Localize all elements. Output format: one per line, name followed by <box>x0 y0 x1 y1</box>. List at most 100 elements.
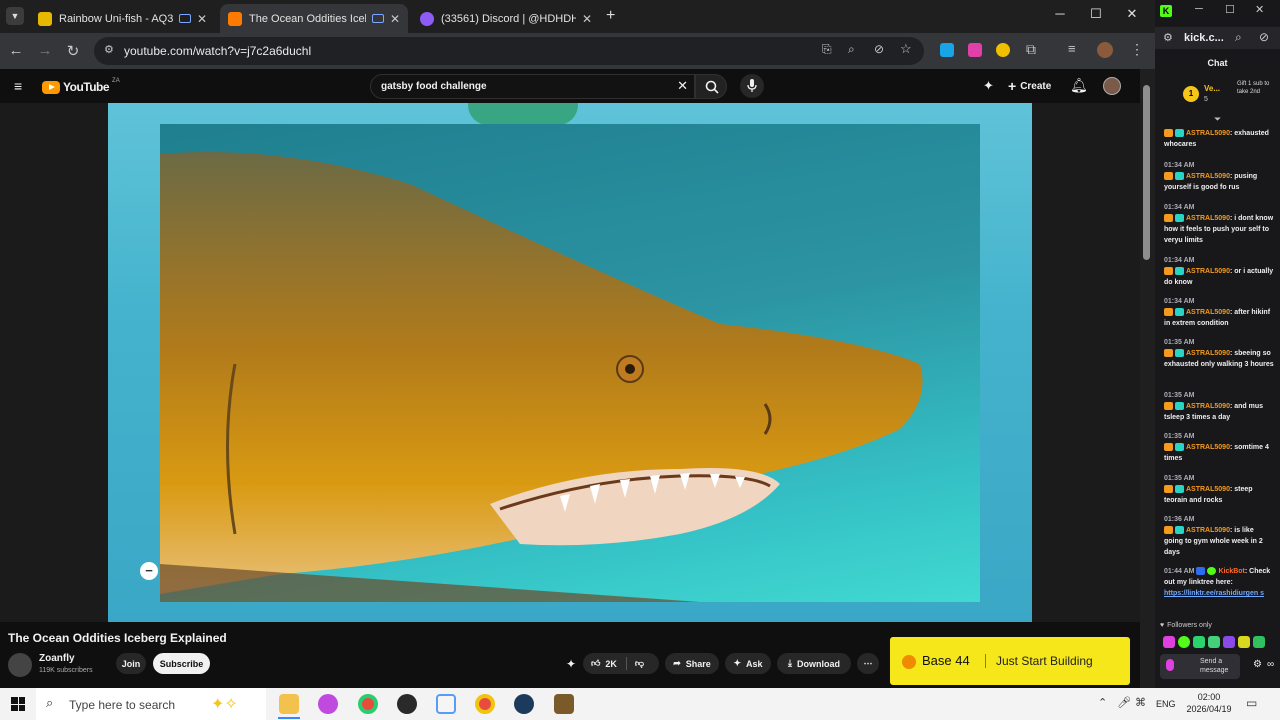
notification-center-icon[interactable]: ▭ <box>1246 696 1257 710</box>
chat-maximize-button[interactable]: ☐ <box>1225 3 1235 16</box>
voice-search-button[interactable] <box>740 74 764 98</box>
address-bar[interactable]: ⚙ youtube.com/watch?v=j7c2a6duchl ⎘ ⌕ ⊘ … <box>94 37 924 65</box>
emote-icon[interactable] <box>1178 636 1190 648</box>
ad-banner[interactable]: Base 44 Just Start Building <box>890 637 1130 685</box>
account-avatar[interactable] <box>1103 77 1121 95</box>
tray-chevron-icon[interactable]: ⌃ <box>1098 696 1107 709</box>
video-player[interactable]: − <box>0 103 1140 622</box>
ai-sparkle-icon[interactable]: ✦ <box>983 78 994 94</box>
emote-icon[interactable] <box>1163 636 1175 648</box>
extension-pink-icon[interactable] <box>968 43 982 57</box>
chat-zoom-icon[interactable]: ⌕ <box>1235 30 1242 45</box>
video-frame[interactable]: − <box>108 103 1032 622</box>
page-scrollbar[interactable] <box>1140 69 1155 688</box>
subscribe-button[interactable]: Subscribe <box>153 653 210 674</box>
ai-summary-icon[interactable]: ✦ <box>566 657 576 671</box>
thumbs-up-icon[interactable]: 👍︎ <box>591 658 600 669</box>
zoom-icon[interactable]: ⌕ <box>848 42 855 57</box>
reload-icon[interactable]: ↻ <box>64 42 82 60</box>
browser-tab-youtube[interactable]: The Ocean Oddities Iceberg ✕ <box>220 4 408 33</box>
scrollbar-thumb[interactable] <box>1143 85 1150 260</box>
browser-tab-aq3d[interactable]: Rainbow Uni-fish - AQ3D ✕ <box>30 4 215 33</box>
youtube-logo[interactable]: YouTube ZA <box>42 78 120 94</box>
emote-icon[interactable] <box>1238 636 1250 648</box>
like-count[interactable]: 2K <box>605 659 617 669</box>
maximize-button[interactable]: ☐ <box>1086 6 1106 22</box>
share-button[interactable]: ➦ Share <box>665 653 719 674</box>
profile-avatar[interactable] <box>1097 42 1113 58</box>
menu-hamburger-icon[interactable]: ≡ <box>14 78 22 94</box>
join-button[interactable]: Join <box>116 653 146 674</box>
chat-user[interactable]: KickBot <box>1218 568 1244 575</box>
site-info-icon[interactable]: ⚙ <box>104 43 114 56</box>
chat-minimize-button[interactable]: ─ <box>1195 3 1203 15</box>
notifications-bell-icon[interactable]: 🔔︎ <box>1070 77 1088 94</box>
chat-more-icon[interactable]: ∞ <box>1267 659 1274 670</box>
copilot-icon[interactable] <box>318 694 338 714</box>
steam-icon[interactable] <box>514 694 534 714</box>
chrome-profile-icon[interactable] <box>475 694 495 714</box>
search-input[interactable]: gatsby food challenge ✕ <box>370 74 695 99</box>
file-explorer-icon[interactable] <box>279 694 299 714</box>
chat-user[interactable]: ASTRAL5090 <box>1186 350 1230 357</box>
chat-user[interactable]: ASTRAL5090 <box>1186 309 1230 316</box>
minimize-button[interactable]: ─ <box>1050 6 1070 21</box>
ask-button[interactable]: ✦ Ask <box>725 653 771 674</box>
chat-settings-icon[interactable]: ⚙ <box>1253 659 1262 670</box>
install-app-icon[interactable]: ⎘ <box>822 42 832 57</box>
minecraft-icon[interactable] <box>554 694 574 714</box>
create-button[interactable]: + Create <box>1008 78 1051 94</box>
chat-close-button[interactable]: ✕ <box>1255 3 1264 16</box>
browser-menu-icon[interactable]: ⋮ <box>1130 41 1144 58</box>
search-button[interactable] <box>695 74 727 99</box>
browser-tab-discord[interactable]: (33561) Discord | @HDHDHDH ✕ <box>412 4 600 33</box>
emote-icon[interactable] <box>1223 636 1235 648</box>
eye-off-icon[interactable]: ⊘ <box>874 42 884 56</box>
chrome-icon[interactable] <box>358 694 378 714</box>
download-button[interactable]: ⤓ Download <box>777 653 851 674</box>
channel-name[interactable]: Zoanfly <box>39 653 75 664</box>
tab-close-icon[interactable]: ✕ <box>197 12 207 26</box>
snipping-tool-icon[interactable] <box>436 694 456 714</box>
chat-link[interactable]: https://linktr.ee/rashidiurgen s <box>1164 588 1274 599</box>
emote-icon[interactable] <box>1208 636 1220 648</box>
chat-eye-off-icon[interactable]: ⊘ <box>1259 30 1269 44</box>
extension-yellow-icon[interactable] <box>996 43 1010 57</box>
chat-user[interactable]: ASTRAL5090 <box>1186 486 1230 493</box>
chat-user[interactable]: ASTRAL5090 <box>1186 268 1230 275</box>
chat-user[interactable]: ASTRAL5090 <box>1186 403 1230 410</box>
tab-close-icon[interactable]: ✕ <box>390 12 400 26</box>
clear-search-icon[interactable]: ✕ <box>677 78 688 94</box>
emote-icon[interactable] <box>1193 636 1205 648</box>
tab-close-icon[interactable]: ✕ <box>582 12 592 26</box>
github-desktop-icon[interactable] <box>397 694 417 714</box>
pinned-gift-card[interactable]: 1 Ve... 5 Gift 1 sub to take 2nd <box>1175 80 1275 112</box>
emote-picker-icon[interactable] <box>1166 659 1174 671</box>
close-window-button[interactable]: ✕ <box>1122 6 1142 22</box>
tray-network-icon[interactable]: ⌘ <box>1135 696 1146 709</box>
windows-start-icon[interactable] <box>11 697 25 711</box>
chat-message-input[interactable]: Send a message <box>1160 654 1240 679</box>
taskbar-search-box[interactable]: ⌕ Type here to search ✦✧ <box>36 688 266 720</box>
chat-user[interactable]: ASTRAL5090 <box>1186 527 1230 534</box>
extensions-puzzle-icon[interactable]: ⧉ <box>1026 41 1036 58</box>
thumbs-down-icon[interactable]: 👎︎ <box>635 658 644 669</box>
pinned-filter-icon[interactable]: ⏷ <box>1214 114 1221 125</box>
chat-user[interactable]: ASTRAL5090 <box>1186 173 1230 180</box>
emote-icon[interactable] <box>1253 636 1265 648</box>
minus-icon[interactable]: − <box>140 562 158 580</box>
chat-user[interactable]: ASTRAL5090 <box>1186 444 1230 451</box>
back-icon[interactable]: ← <box>7 42 25 59</box>
extension-translate-icon[interactable] <box>940 43 954 57</box>
new-tab-button[interactable]: + <box>606 7 615 25</box>
tray-mic-icon[interactable]: 🎤︎ <box>1117 696 1131 709</box>
more-actions-button[interactable]: ⋯ <box>857 653 879 674</box>
bookmark-star-icon[interactable]: ☆ <box>900 41 912 57</box>
chat-user[interactable]: ASTRAL5090 <box>1186 130 1230 137</box>
tab-search-button[interactable]: ▼ <box>6 7 24 25</box>
tray-clock[interactable]: 02:00 2026/04/19 <box>1185 691 1233 715</box>
chat-user[interactable]: ASTRAL5090 <box>1186 215 1230 222</box>
tray-language[interactable]: ENG <box>1156 699 1176 709</box>
forward-icon[interactable]: → <box>36 42 54 59</box>
tune-icon[interactable]: ⚙ <box>1163 31 1173 44</box>
